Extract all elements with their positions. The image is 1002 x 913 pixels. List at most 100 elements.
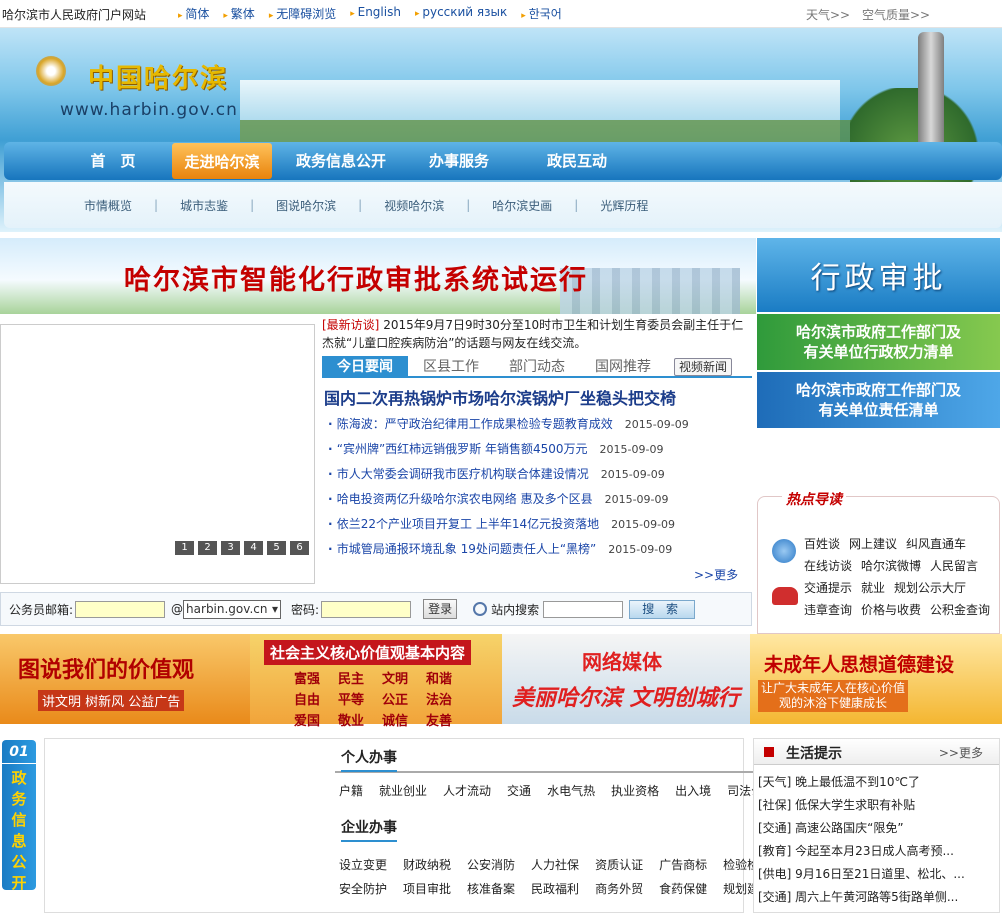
nav-explore-harbin[interactable]: 走进哈尔滨 [172,143,272,179]
service-link[interactable]: 户籍 [339,779,363,803]
admin-approval-link[interactable]: 行政审批 [757,238,1000,312]
tab-today-news[interactable]: 今日要闻 [322,356,408,376]
hot-link[interactable]: 人民留言 [930,559,978,573]
lang-accessible[interactable]: 无障碍浏览 [269,5,336,22]
air-quality-link[interactable]: 空气质量>> [862,8,930,22]
life-tips-more[interactable]: >>更多 [939,744,983,761]
news-title[interactable]: 依兰22个产业项目开复工 上半年14亿元投资落地 [328,517,599,531]
approval-banner[interactable]: 哈尔滨市智能化行政审批系统试运行 [0,238,756,314]
nav-home[interactable]: 首 页 [54,142,172,180]
monument-image [918,32,944,152]
service-link[interactable]: 民政福利 [531,877,579,901]
service-link[interactable]: 项目审批 [403,877,451,901]
hot-link[interactable]: 哈尔滨微博 [861,559,921,573]
network-media-ad[interactable]: 网络媒体 美丽哈尔滨 文明创城行 [502,634,750,724]
service-link[interactable]: 财政纳税 [403,853,451,877]
slide-page-3[interactable]: 3 [221,541,240,555]
service-link[interactable]: 水电气热 [547,779,595,803]
nav-gov-info[interactable]: 政务信息公开 [282,142,400,180]
slide-page-4[interactable]: 4 [244,541,263,555]
core-value: 诚信 [382,714,409,729]
photo-slideshow[interactable]: 1 2 3 4 5 6 [0,324,315,584]
life-tip-item[interactable]: [交通] 高速公路国庆“限免” [758,817,999,840]
life-tip-item[interactable]: [天气] 晚上最低温不到10℃了 [758,771,999,794]
news-title[interactable]: 哈电投资两亿升级哈尔滨农电网络 惠及多个区县 [328,492,593,506]
site-search-input[interactable] [543,600,624,618]
mail-domain-select[interactable]: harbin.gov.cn [183,599,282,619]
news-title[interactable]: 市人大常委会调研我市医疗机构联合体建设情况 [328,467,589,481]
news-title[interactable]: 市城管局通报环境乱象 19处问题责任人上“黑榜” [328,542,596,556]
tab-district-work[interactable]: 区县工作 [408,356,494,376]
logo-text[interactable]: 中国哈尔滨 [88,58,228,95]
hot-link[interactable]: 规划公示大厅 [894,581,966,595]
subnav-glory[interactable]: 光辉历程 [600,197,648,214]
power-list-link[interactable]: 哈尔滨市政府工作部门及 有关单位行政权力清单 [757,314,1000,370]
news-title[interactable]: 陈海波：严守政治纪律用工作成果检验专题教育成效 [328,417,613,431]
search-button[interactable]: 搜 索 [629,599,696,619]
lang-korean[interactable]: 한국어 [521,5,562,22]
news-title[interactable]: “宾州牌”西红柿远销俄罗斯 年销售额4500万元 [328,442,588,456]
service-link[interactable]: 安全防护 [339,877,387,901]
duty-list-link[interactable]: 哈尔滨市政府工作部门及 有关单位责任清单 [757,372,1000,428]
service-link[interactable]: 设立变更 [339,853,387,877]
service-link[interactable]: 人力社保 [531,853,579,877]
hot-link[interactable]: 就业 [861,581,885,595]
service-link[interactable]: 资质认证 [595,853,643,877]
life-tip-item[interactable]: [教育] 今起至本月23日成人高考预... [758,840,999,863]
subnav-history[interactable]: 哈尔滨史画 [492,197,552,214]
service-link[interactable]: 人才流动 [443,779,491,803]
hot-link[interactable]: 公积金查询 [930,603,990,617]
lang-traditional[interactable]: 繁体 [223,5,255,22]
service-link[interactable]: 食药保健 [659,877,707,901]
hot-link[interactable]: 交通提示 [804,581,852,595]
service-link[interactable]: 出入境 [675,779,711,803]
tab-department-news[interactable]: 部门动态 [494,356,580,376]
login-button[interactable]: 登录 [423,599,458,619]
core-values-ad[interactable]: 社会主义核心价值观基本内容 富强 民主 文明 和谐 自由 平等 公正 法治 爱国… [250,634,502,729]
news-headline[interactable]: 国内二次再热锅炉市场哈尔滨锅炉厂坐稳头把交椅 [324,385,676,409]
gov-info-side-tab[interactable]: 01 政 务 信 息 公 开 [2,740,36,892]
youth-morality-ad[interactable]: 未成年人思想道德建设 让广大未成年人在核心价值观的沐浴下健康成长 [750,634,1002,724]
weather-link[interactable]: 天气>> [806,8,850,22]
hot-link[interactable]: 在线访谈 [804,559,852,573]
divider: | [358,198,363,212]
slide-page-2[interactable]: 2 [198,541,217,555]
slide-page-6[interactable]: 6 [290,541,309,555]
hot-link[interactable]: 百姓谈 [804,537,840,551]
video-news-button[interactable]: 视频新闻 [674,358,732,376]
city-logo-icon[interactable] [36,56,66,86]
life-tip-item[interactable]: [供电] 9月16日至21日道里、松北、... [758,863,999,886]
mail-user-input[interactable] [75,600,166,618]
lang-english[interactable]: English [350,5,401,22]
service-link[interactable]: 广告商标 [659,853,707,877]
life-tip-item[interactable]: [社保] 低保大学生求职有补贴 [758,794,999,817]
service-link[interactable]: 商务外贸 [595,877,643,901]
life-tip-item[interactable]: [交通] 周六上午黄河路等5街路单侧... [758,886,999,909]
service-link[interactable]: 执业资格 [611,779,659,803]
service-link[interactable]: 公安消防 [467,853,515,877]
hot-link[interactable]: 纠风直通车 [906,537,966,551]
hot-link[interactable]: 价格与收费 [861,603,921,617]
subnav-pictures[interactable]: 图说哈尔滨 [276,197,336,214]
service-link[interactable]: 就业创业 [379,779,427,803]
service-link[interactable]: 交通 [507,779,531,803]
service-link[interactable]: 核准备案 [467,877,515,901]
latest-text[interactable]: 2015年9月7日9时30分至10时市卫生和计划生育委员会副主任于仁杰就“儿童口… [322,318,743,350]
subnav-overview[interactable]: 市情概览 [84,197,132,214]
subnav-videos[interactable]: 视频哈尔滨 [384,197,444,214]
nav-services[interactable]: 办事服务 [400,142,518,180]
password-input[interactable] [321,600,412,618]
slide-page-5[interactable]: 5 [267,541,286,555]
lang-simplified[interactable]: 简体 [178,5,209,22]
subnav-chronicle[interactable]: 城市志鉴 [180,197,228,214]
hot-link[interactable]: 违章查询 [804,603,852,617]
lang-russian[interactable]: русский язык [415,5,507,22]
news-more-link[interactable]: >>更多 [694,566,738,583]
latest-interview[interactable]: [最新访谈] 2015年9月7日9时30分至10时市卫生和计划生育委员会副主任于… [322,316,752,352]
values-ad[interactable]: 图说我们的价值观 讲文明 树新风 公益广告 [0,634,250,724]
hot-link[interactable]: 网上建议 [849,537,897,551]
nav-interaction[interactable]: 政民互动 [518,142,636,180]
slide-page-1[interactable]: 1 [175,541,194,555]
side-char: 务 [11,790,27,808]
tab-national-recommend[interactable]: 国网推荐 [580,356,666,376]
